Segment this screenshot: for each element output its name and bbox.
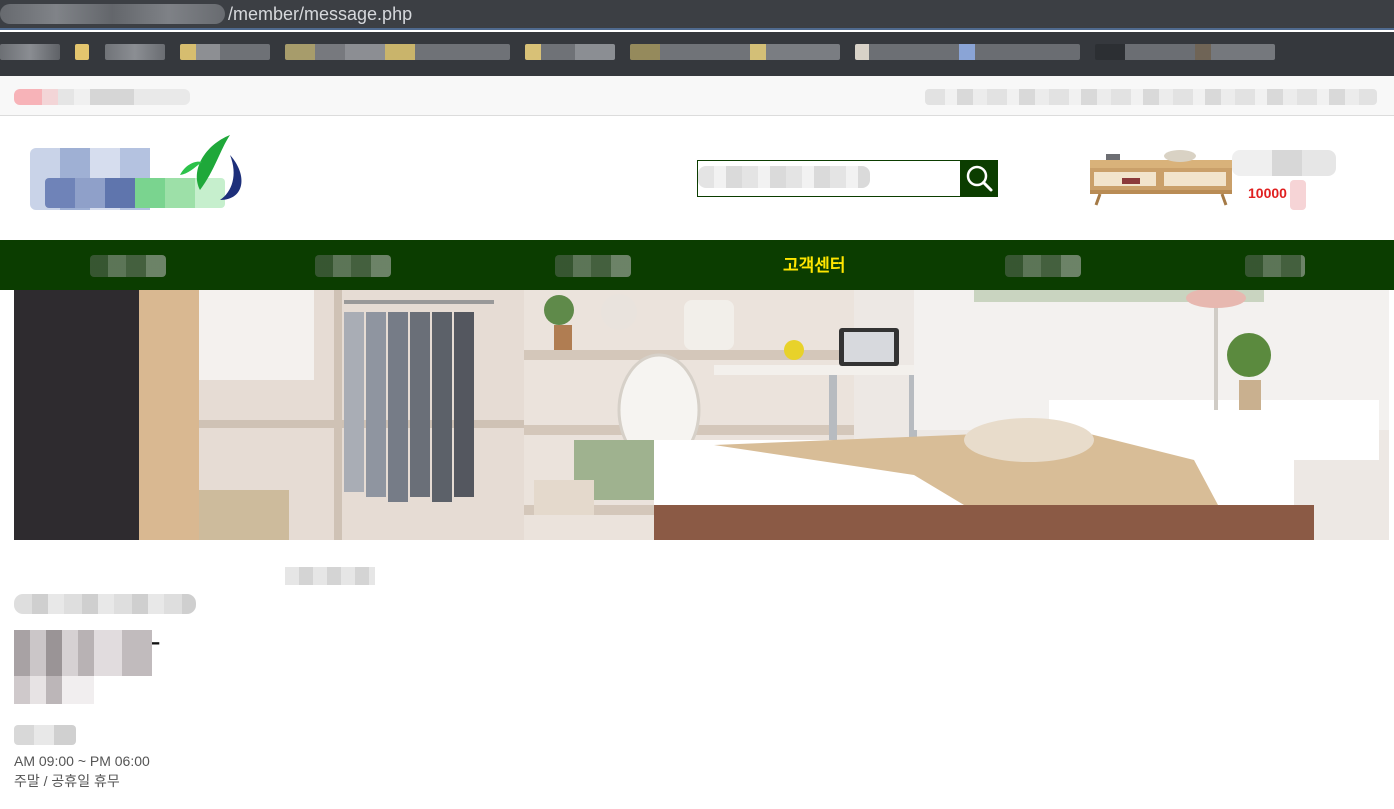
- bookmark-item[interactable]: [0, 44, 60, 60]
- promo-title-blurred: [1232, 150, 1336, 176]
- nav-item-1[interactable]: [90, 255, 166, 277]
- contact-blurred-title: [14, 594, 196, 614]
- contact-blurred-label: [285, 567, 375, 585]
- bookmark-item[interactable]: [105, 44, 165, 60]
- browser-address-bar[interactable]: /member/message.php: [0, 0, 1394, 30]
- nav-item-6[interactable]: [1245, 255, 1305, 277]
- bookmark-item[interactable]: [630, 44, 840, 60]
- util-right-links[interactable]: [925, 89, 1377, 105]
- bookmark-item[interactable]: [285, 44, 510, 60]
- promo-product-image[interactable]: [1086, 148, 1236, 208]
- holiday-notice: 주말 / 공휴일 휴무: [14, 773, 120, 789]
- address-url[interactable]: /member/message.php: [228, 3, 412, 25]
- bookmark-item[interactable]: [180, 44, 270, 60]
- bookmark-item[interactable]: [855, 44, 1080, 60]
- contact-phone-blurred: [14, 630, 152, 676]
- business-hours: AM 09:00 ~ PM 06:00: [14, 753, 150, 769]
- bookmark-item[interactable]: [525, 44, 615, 60]
- nav-item-2[interactable]: [315, 255, 391, 277]
- search-placeholder-blurred: [698, 166, 870, 188]
- hero-banner: [14, 290, 1389, 540]
- address-blurred-domain: [0, 4, 225, 24]
- bedroom-banner-image: [14, 290, 1389, 540]
- main-nav: 고객센터: [0, 240, 1394, 290]
- contact-phone-blurred-2: [14, 676, 94, 704]
- hours-label-blurred: [14, 725, 76, 745]
- bookmarks-bar: [0, 32, 1394, 76]
- search-icon: [966, 165, 993, 192]
- logo-icon: [180, 135, 242, 200]
- promo-price: 10000: [1248, 185, 1287, 201]
- util-left-links[interactable]: [14, 89, 190, 105]
- nav-item-3[interactable]: [555, 255, 631, 277]
- site-logo[interactable]: [30, 130, 245, 210]
- top-utility-bar: [0, 76, 1394, 116]
- bookmark-item[interactable]: [75, 44, 89, 60]
- nav-item-5[interactable]: [1005, 255, 1081, 277]
- bookmark-item[interactable]: [1095, 44, 1275, 60]
- nav-item-customer-center[interactable]: 고객센터: [783, 255, 846, 277]
- search-input[interactable]: [697, 160, 961, 197]
- search-button[interactable]: [960, 160, 998, 197]
- promo-price-blurred: [1290, 180, 1306, 210]
